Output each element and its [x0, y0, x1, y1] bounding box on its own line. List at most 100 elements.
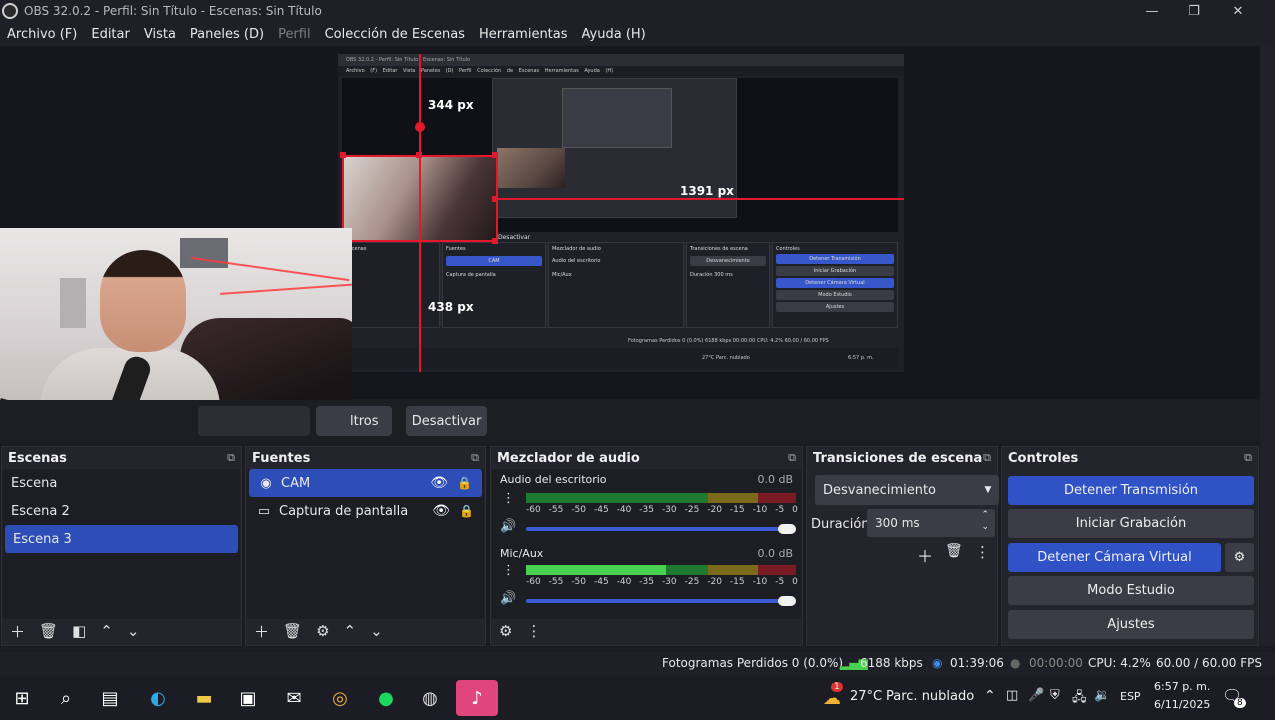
lock-icon[interactable]: 🔒 [457, 476, 472, 490]
source-item-cam[interactable]: ◉ CAM 👁 🔒 [249, 469, 482, 497]
more-vertical-icon[interactable]: ⋮ [526, 622, 541, 640]
speaker-icon[interactable]: 🔊 [500, 591, 516, 606]
undock-icon[interactable]: ⧉ [227, 451, 235, 465]
more-vertical-icon[interactable]: ⋮ [502, 491, 515, 506]
more-vertical-icon[interactable]: ⋮ [502, 563, 515, 578]
start-recording-button[interactable]: Iniciar Grabación [1008, 509, 1254, 538]
volume-icon[interactable]: 🔉 [1094, 688, 1110, 703]
store-icon[interactable]: ▣ [234, 684, 262, 712]
volume-slider[interactable] [526, 599, 788, 603]
cpu-usage: CPU: 4.2% [1088, 656, 1151, 670]
meter-tick: -60 [526, 577, 541, 587]
duration-spinbox[interactable]: 300 ms ⌃ ⌄ [867, 509, 995, 537]
undock-icon[interactable]: ⧉ [1244, 451, 1252, 465]
nested-taskbar: 27°C Parc. nublado 6:57 p. m. [342, 348, 898, 368]
menu-edit[interactable]: Editar [91, 27, 130, 42]
gear-icon[interactable]: ⚙ [1225, 543, 1254, 572]
menu-docks[interactable]: Paneles (D) [190, 27, 264, 42]
close-button[interactable]: ✕ [1216, 0, 1260, 22]
clock-date[interactable]: 6/11/2025 [1154, 698, 1210, 711]
obs-taskbar-icon[interactable]: ◍ [416, 684, 444, 712]
settings-button[interactable]: Ajustes [1008, 610, 1254, 639]
task-view-icon[interactable]: ▤ [96, 684, 124, 712]
add-transition-icon[interactable]: ＋ [917, 543, 933, 567]
mail-icon[interactable]: ✉ [280, 684, 308, 712]
clock-time[interactable]: 6:57 p. m. [1154, 680, 1210, 693]
source-item-screen[interactable]: ▭ Captura de pantalla 👁 🔒 [247, 497, 484, 525]
speaker-icon[interactable]: 🔊 [500, 519, 516, 534]
scene-item[interactable]: Escena [3, 469, 240, 497]
add-icon[interactable]: ＋ [254, 621, 269, 642]
menu-view[interactable]: Vista [144, 27, 176, 42]
file-explorer-icon[interactable]: ▬ [190, 684, 218, 712]
security-icon[interactable]: ⛨ [1050, 688, 1060, 703]
volume-slider[interactable] [526, 527, 788, 531]
transform-handle-mr[interactable] [492, 196, 498, 202]
transform-handle-tm[interactable] [416, 152, 422, 158]
move-down-icon[interactable]: ⌄ [127, 622, 140, 640]
spin-up-icon[interactable]: ⌃ [981, 510, 989, 520]
volume-slider-handle[interactable] [778, 524, 796, 534]
scene-item-selected[interactable]: Escena 3 [5, 525, 238, 553]
add-icon[interactable]: ＋ [10, 621, 25, 642]
microphone-icon[interactable]: 🎤 [1028, 688, 1044, 703]
wall-decoration [60, 278, 86, 328]
measure-handle-top[interactable] [415, 122, 425, 132]
undock-icon[interactable]: ⧉ [471, 451, 479, 465]
tray-apps-icon[interactable]: ◫ [1006, 688, 1018, 703]
meter-tick: -15 [729, 577, 745, 587]
more-vertical-icon[interactable]: ⋮ [975, 543, 990, 561]
tiktok-live-icon[interactable]: ♪ [456, 680, 498, 716]
deactivate-button[interactable]: Desactivar [406, 406, 487, 436]
move-up-icon[interactable]: ⌃ [344, 622, 357, 640]
move-up-icon[interactable]: ⌃ [100, 622, 113, 640]
properties-button[interactable] [198, 406, 310, 436]
transform-handle-tl[interactable] [340, 152, 346, 158]
edge-browser-icon[interactable]: ◐ [144, 684, 172, 712]
minimize-button[interactable]: — [1130, 0, 1174, 22]
search-icon[interactable]: ⌕ [52, 684, 80, 712]
chrome-icon[interactable]: ◎ [326, 684, 354, 712]
trash-icon[interactable]: 🗑 [283, 622, 302, 640]
lock-icon[interactable]: 🔒 [459, 504, 474, 518]
channel-db: 0.0 dB [757, 473, 793, 486]
spotify-icon[interactable]: ● [372, 684, 400, 712]
undock-icon[interactable]: ⧉ [788, 451, 796, 465]
program-preview[interactable]: OBS 32.0.2 - Perfil: Sin Título - Escena… [338, 54, 904, 372]
maximize-button[interactable]: ❐ [1172, 0, 1216, 22]
menu-profile[interactable]: Perfil [278, 27, 311, 42]
transform-handle-br[interactable] [492, 238, 498, 244]
spin-down-icon[interactable]: ⌄ [981, 522, 989, 532]
windows-start-icon[interactable]: ⊞ [8, 684, 36, 712]
gear-icon[interactable]: ⚙ [316, 622, 329, 640]
vertical-scrollbar[interactable] [1260, 46, 1275, 646]
nested-controls-dock: Controles Detener Transmisión Iniciar Gr… [772, 242, 898, 328]
stop-streaming-button[interactable]: Detener Transmisión [1008, 476, 1254, 505]
transform-handle-tr[interactable] [492, 152, 498, 158]
chevron-up-icon[interactable]: ⌃ [984, 688, 996, 704]
nested-duration-value: 300 ms [714, 272, 733, 278]
studio-mode-button[interactable]: Modo Estudio [1008, 576, 1254, 605]
network-icon[interactable]: 🖧 [1072, 688, 1087, 710]
menu-tools[interactable]: Herramientas [479, 27, 568, 42]
stop-virtual-camera-button[interactable]: Detener Cámara Virtual [1008, 543, 1221, 572]
menu-file[interactable]: Archivo (F) [7, 27, 77, 42]
audio-settings-icon[interactable]: ⚙ [499, 622, 512, 640]
filters-icon[interactable]: ◧ [72, 622, 86, 640]
language-indicator[interactable]: ESP [1120, 690, 1141, 703]
move-down-icon[interactable]: ⌄ [370, 622, 383, 640]
window-title: OBS 32.0.2 - Perfil: Sin Título - Escena… [24, 4, 322, 18]
visibility-eye-icon[interactable]: 👁 [430, 475, 448, 491]
visibility-eye-icon[interactable]: 👁 [432, 503, 450, 519]
windows-taskbar: ⊞ ⌕ ▤ ◐ ▬ ▣ ✉ ◎ ● ◍ ♪ ☁ 1 27°C Parc. nub… [0, 676, 1275, 720]
scenes-toolbar: ＋ 🗑 ◧ ⌃ ⌄ [2, 617, 241, 645]
undock-icon[interactable]: ⧉ [983, 451, 991, 465]
trash-icon[interactable]: 🗑 [945, 543, 963, 559]
filters-button[interactable]: ltros [316, 406, 392, 436]
menu-scene-collection[interactable]: Colección de Escenas [325, 27, 465, 42]
scene-item[interactable]: Escena 2 [3, 497, 240, 525]
trash-icon[interactable]: 🗑 [39, 622, 58, 640]
transition-select[interactable]: Desvanecimiento ▼ [815, 475, 999, 505]
menu-help[interactable]: Ayuda (H) [582, 27, 646, 42]
volume-slider-handle[interactable] [778, 596, 796, 606]
